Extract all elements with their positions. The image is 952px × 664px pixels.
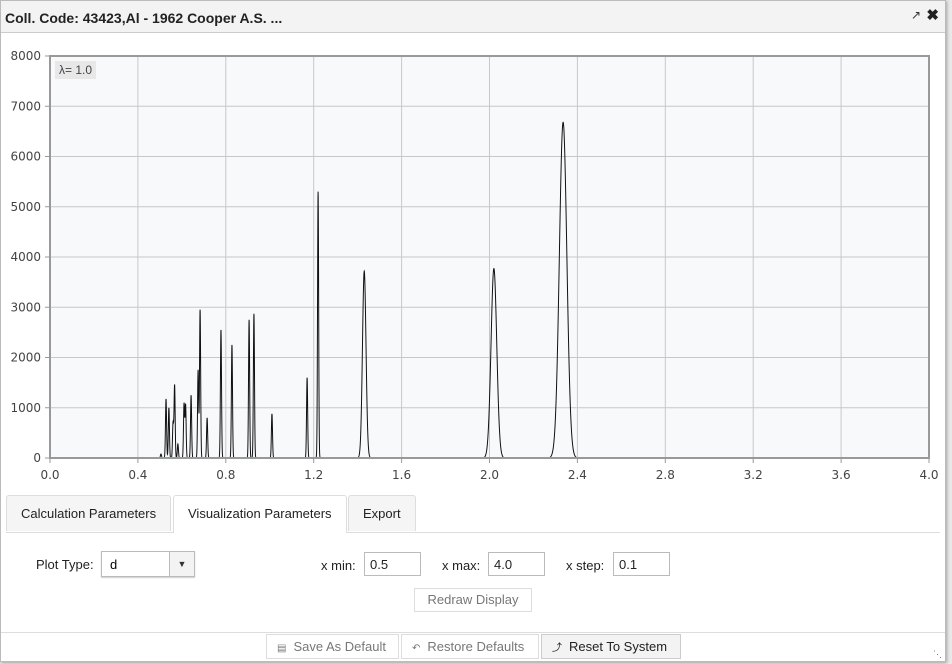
x-tick-label: 0.8 [216, 468, 235, 482]
diffraction-chart: 0.0 0.4 0.8 1.2 1.6 2.0 2.4 2.8 3.2 3.6 4.0 0 1000 20… [1, 41, 947, 496]
tab-calculation-parameters[interactable]: Calculation Parameters [6, 495, 172, 531]
y-tick-label: 0 [33, 451, 41, 465]
x-tick-label: 1.6 [392, 468, 411, 482]
plot-type-select[interactable]: d ▼ [101, 551, 195, 577]
x-tick-label: 3.2 [744, 468, 763, 482]
wavelength-annotation: λ= 1.0 [55, 61, 97, 79]
y-tick-label: 3000 [10, 300, 41, 314]
save-as-default-label: Save As Default [293, 639, 386, 654]
y-tick-label: 7000 [10, 99, 41, 113]
x-tick-label: 2.8 [656, 468, 675, 482]
parameter-tabs: Calculation Parameters Visualization Par… [6, 495, 940, 533]
save-icon: ▤ [277, 643, 287, 654]
tab-export[interactable]: Export [348, 495, 416, 531]
reset-to-system-button[interactable]: ⤴ Reset To System [541, 634, 681, 659]
restore-defaults-button[interactable]: ↶ Restore Defaults [401, 634, 539, 659]
restore-defaults-label: Restore Defaults [427, 639, 525, 654]
external-link-icon[interactable]: ↗︎ [911, 8, 921, 22]
reset-icon: ⤴ [552, 643, 562, 654]
save-as-default-button[interactable]: ▤ Save As Default [266, 634, 399, 659]
xmax-label: x max: [442, 558, 481, 573]
x-tick-label: 4.0 [919, 468, 938, 482]
xstep-input[interactable]: 0.1 [613, 552, 670, 576]
chevron-down-icon[interactable]: ▼ [169, 552, 194, 576]
resize-handle-icon[interactable]: ⋱ [933, 649, 943, 659]
plot-type-label: Plot Type: [36, 557, 94, 572]
close-icon[interactable]: ✖︎ [926, 6, 939, 24]
title-bar[interactable]: Coll. Code: 43423,Al - 1962 Cooper A.S. … [1, 1, 945, 33]
xstep-label: x step: [566, 558, 605, 573]
y-tick-label: 2000 [10, 351, 41, 365]
footer-divider [1, 632, 945, 633]
x-tick-label: 3.6 [832, 468, 851, 482]
x-tick-label: 2.0 [480, 468, 499, 482]
pattern-dialog: Coll. Code: 43423,Al - 1962 Cooper A.S. … [0, 0, 946, 662]
x-tick-label: 0.0 [40, 468, 59, 482]
xmax-input[interactable]: 4.0 [488, 552, 545, 576]
chart-svg: 0.0 0.4 0.8 1.2 1.6 2.0 2.4 2.8 3.2 3.6 4.0 0 1000 20… [10, 49, 938, 482]
y-tick-label: 4000 [10, 250, 41, 264]
x-tick-label: 0.4 [128, 468, 147, 482]
redraw-display-button[interactable]: Redraw Display [414, 588, 532, 612]
dialog-title: Coll. Code: 43423,Al - 1962 Cooper A.S. … [5, 10, 283, 26]
y-tick-label: 6000 [10, 150, 41, 164]
xmin-label: x min: [321, 558, 356, 573]
y-tick-label: 1000 [10, 401, 41, 415]
x-tick-label: 2.4 [568, 468, 587, 482]
x-tick-label: 1.2 [304, 468, 323, 482]
y-tick-label: 5000 [10, 200, 41, 214]
xmin-input[interactable]: 0.5 [364, 552, 421, 576]
plot-type-value: d [110, 557, 118, 572]
reset-to-system-label: Reset To System [569, 639, 668, 654]
undo-icon: ↶ [412, 643, 421, 654]
tab-visualization-parameters[interactable]: Visualization Parameters [173, 495, 347, 533]
y-tick-label: 8000 [10, 49, 41, 63]
